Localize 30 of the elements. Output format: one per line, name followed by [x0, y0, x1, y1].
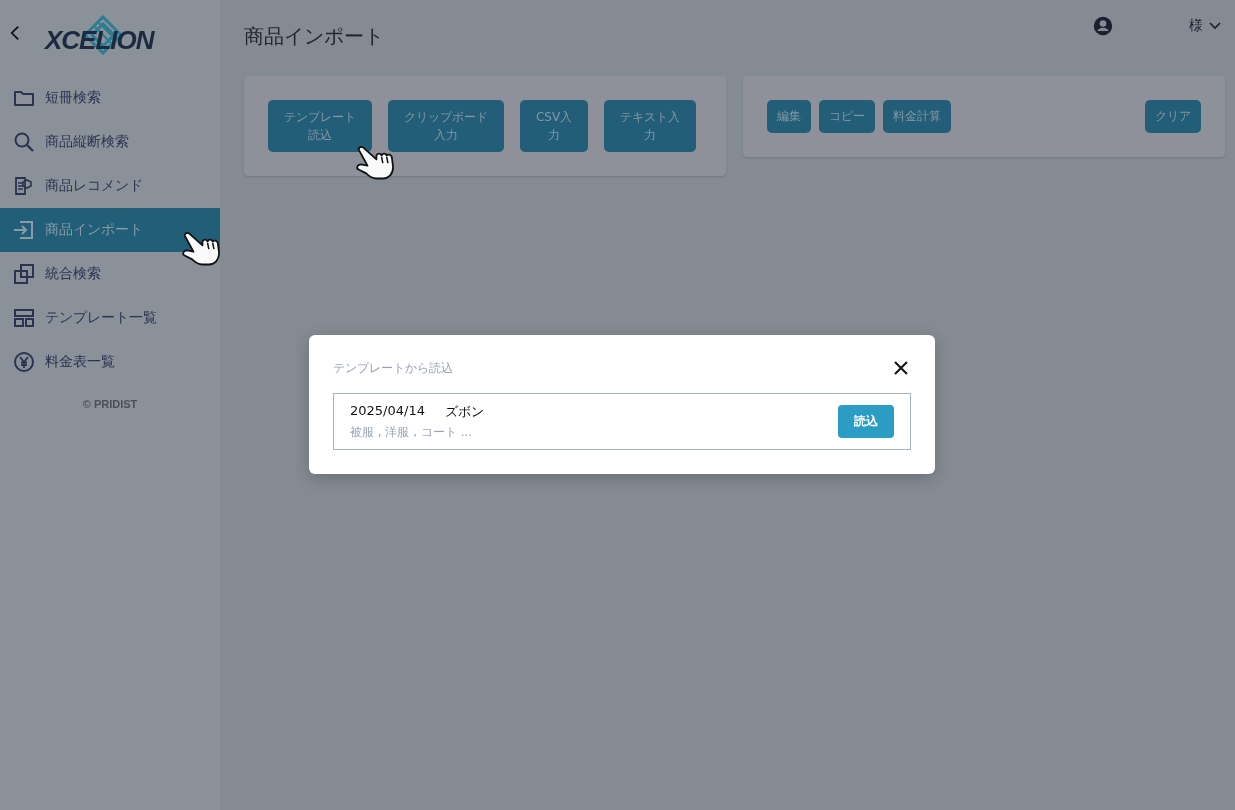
dialog-title: テンプレートから読込: [333, 359, 453, 377]
close-icon[interactable]: [894, 361, 908, 375]
back-chevron-icon[interactable]: [10, 25, 20, 41]
import-button[interactable]: クリップボード入力: [388, 100, 504, 152]
user-avatar-icon: [1093, 16, 1113, 36]
overlapping-squares-icon: [12, 262, 36, 286]
import-button[interactable]: テキスト入力: [604, 100, 696, 152]
template-date: 2025/04/14: [350, 402, 425, 420]
sidebar-item[interactable]: テンプレート一覧: [0, 296, 220, 340]
template-tags: 被服 , 洋服 , コート ...: [350, 423, 484, 441]
chevron-down-icon: [1209, 22, 1221, 30]
user-menu[interactable]: 様: [1189, 17, 1221, 35]
action-button[interactable]: 料金計算: [883, 100, 951, 133]
search-icon: [12, 130, 36, 154]
load-button[interactable]: 読込: [838, 405, 894, 438]
yen-icon: [12, 350, 36, 374]
sidebar-item[interactable]: 商品縦断検索: [0, 120, 220, 164]
layout-icon: [12, 306, 36, 330]
copyright-text: © PRIDIST: [81, 398, 139, 410]
action-button[interactable]: 編集: [767, 100, 811, 133]
clear-button[interactable]: クリア: [1145, 100, 1201, 133]
sidebar-item[interactable]: 統合検索: [0, 252, 220, 296]
action-button[interactable]: コピー: [819, 100, 875, 133]
sidebar-item[interactable]: 料金表一覧: [0, 340, 220, 384]
sidebar-item[interactable]: 商品レコメンド: [0, 164, 220, 208]
sidebar-item[interactable]: 短冊検索: [0, 76, 220, 120]
template-name: ズボン: [444, 402, 484, 421]
import-button[interactable]: CSV入力: [520, 100, 588, 152]
page-title: 商品インポート: [244, 22, 384, 50]
import-icon: [12, 218, 36, 242]
